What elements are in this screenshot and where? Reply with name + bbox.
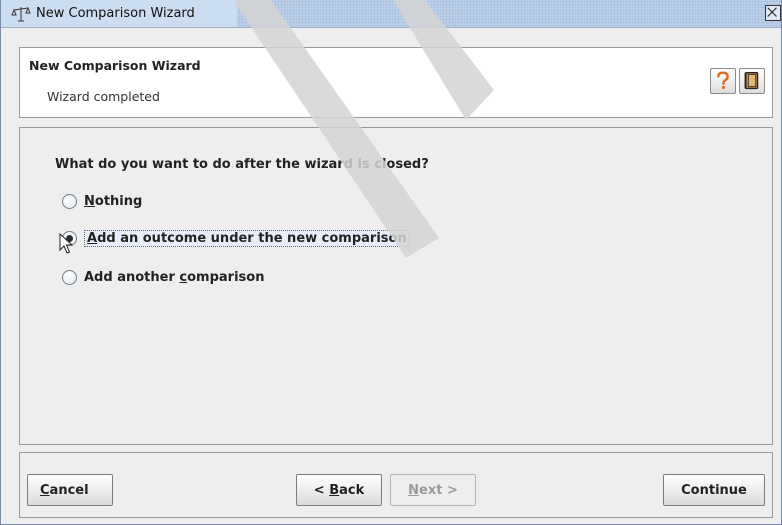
wizard-window: New Comparison Wizard New Comparison Wiz…	[0, 0, 782, 525]
continue-button[interactable]: Continue	[663, 474, 765, 506]
scales-icon	[11, 6, 31, 22]
radio-add-another-comparison[interactable]	[62, 269, 77, 285]
question-mark-icon	[717, 71, 729, 90]
option-nothing-label: Nothing	[84, 193, 143, 209]
wizard-header: New Comparison Wizard Wizard completed	[19, 47, 773, 118]
radio-nothing[interactable]	[62, 193, 77, 209]
window-title: New Comparison Wizard	[36, 6, 195, 21]
next-button[interactable]: Next >	[390, 474, 476, 506]
option-nothing[interactable]: Nothing	[62, 190, 142, 212]
book-icon	[744, 72, 759, 90]
cancel-button[interactable]: Cancel	[27, 474, 113, 506]
header-subtitle: Wizard completed	[47, 89, 160, 104]
options-panel: What do you want to do after the wizard …	[19, 127, 773, 445]
option-add-outcome[interactable]: Add an outcome under the new comparison	[62, 227, 410, 249]
close-icon	[767, 7, 777, 17]
button-bar: Cancel < Back Next > Continue	[19, 452, 773, 518]
option-add-outcome-label: Add an outcome under the new comparison	[84, 229, 410, 247]
close-button[interactable]	[765, 5, 781, 21]
help-button[interactable]	[710, 68, 736, 94]
book-button[interactable]	[739, 68, 765, 94]
mouse-pointer-icon	[59, 233, 74, 254]
header-title: New Comparison Wizard	[29, 58, 201, 73]
title-bar[interactable]: New Comparison Wizard	[1, 0, 781, 28]
option-add-another-comparison-label: Add another comparison	[84, 269, 265, 285]
option-add-another-comparison[interactable]: Add another comparison	[62, 266, 264, 288]
back-button[interactable]: < Back	[296, 474, 382, 506]
question-label: What do you want to do after the wizard …	[55, 157, 429, 172]
